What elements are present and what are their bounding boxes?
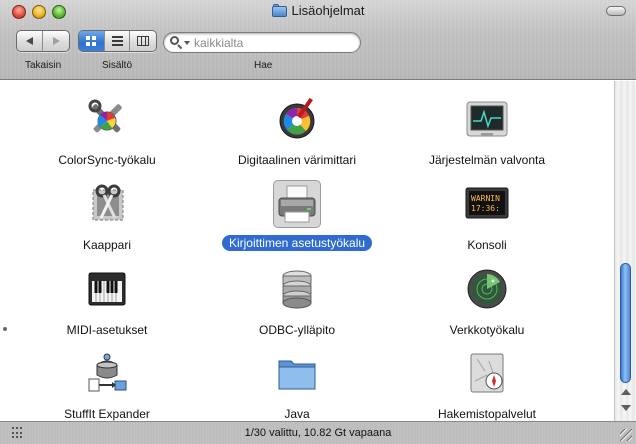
midi-keyboard-icon <box>84 266 130 312</box>
app-label: Java <box>284 407 310 421</box>
app-label: ColorSync-työkalu <box>58 153 156 167</box>
finder-window: Lisäohjelmat Takaisin Sisältö Ha <box>0 0 636 444</box>
edge-marker <box>3 327 7 331</box>
list-view-icon <box>111 36 123 46</box>
app-label: MIDI-asetukset <box>66 323 148 337</box>
stuffit-icon <box>84 350 130 396</box>
console-icon: WARNIN 17:36: <box>464 181 510 227</box>
app-label: Kirjoittimen asetustyökalu <box>221 235 373 251</box>
column-view-icon <box>137 36 150 46</box>
back-label: Takaisin <box>25 60 62 71</box>
status-bar: 1/30 valittu, 10.82 Gt vapaana <box>0 421 636 444</box>
database-icon <box>274 266 320 312</box>
app-label: Kaappari <box>82 238 132 252</box>
toolbar-toggle-button[interactable] <box>606 6 626 16</box>
colorsync-icon <box>84 96 130 142</box>
back-arrow-icon <box>26 37 33 45</box>
app-item-stuffit-expander[interactable]: StuffIt Expander <box>14 350 200 432</box>
app-item-network-utility[interactable]: Verkkotyökalu <box>394 266 580 348</box>
app-label: Hakemistopalvelut <box>437 407 537 421</box>
icon-view-button[interactable] <box>79 31 105 51</box>
forward-button[interactable] <box>43 31 69 51</box>
app-item-colorsync[interactable]: ColorSync-työkalu <box>14 96 200 178</box>
directory-compass-icon <box>464 350 510 396</box>
network-radar-icon <box>464 266 510 312</box>
navigation-buttons <box>16 30 70 52</box>
app-item-console[interactable]: WARNIN 17:36: Konsoli <box>394 181 580 263</box>
scrollbar-thumb[interactable] <box>620 263 631 383</box>
app-label: Järjestelmän valvonta <box>428 153 546 167</box>
search-input[interactable] <box>194 35 344 50</box>
chevron-down-icon[interactable] <box>184 40 190 45</box>
grab-icon <box>84 181 130 227</box>
search-label: Hae <box>254 60 273 71</box>
app-item-activity-monitor[interactable]: Järjestelmän valvonta <box>394 96 580 178</box>
view-label: Sisältö <box>102 60 133 71</box>
window-title: Lisäohjelmat <box>291 3 365 18</box>
search-field[interactable] <box>163 32 361 53</box>
vertical-scrollbar[interactable] <box>614 81 636 421</box>
view-buttons <box>78 30 157 52</box>
folder-icon <box>271 4 287 17</box>
icon-grid: ColorSync-työkalu Digitaalinen värimitta… <box>0 81 614 421</box>
app-item-java-folder[interactable]: Java <box>204 350 390 432</box>
icon-view-icon <box>86 36 97 46</box>
app-item-printer-setup[interactable]: Kirjoittimen asetustyökalu <box>204 180 390 263</box>
console-time-text: 17:36: <box>471 204 500 213</box>
status-text: 1/30 valittu, 10.82 Gt vapaana <box>244 427 392 439</box>
app-label: Konsoli <box>467 238 507 252</box>
column-view-button[interactable] <box>130 31 156 51</box>
scroll-down-arrow-icon[interactable] <box>621 405 631 411</box>
app-label: ODBC-ylläpito <box>258 323 336 337</box>
resize-handle-icon[interactable] <box>620 429 632 441</box>
app-item-directory-services[interactable]: Hakemistopalvelut <box>394 350 580 432</box>
app-item-grab[interactable]: Kaappari <box>14 181 200 263</box>
grip-icon <box>12 427 24 439</box>
console-warning-text: WARNIN <box>471 194 500 203</box>
back-button[interactable] <box>17 31 44 51</box>
app-item-midi-setup[interactable]: MIDI-asetukset <box>14 266 200 348</box>
scroll-up-arrow-icon[interactable] <box>621 389 631 395</box>
activity-monitor-icon <box>464 96 510 142</box>
forward-arrow-icon <box>52 37 60 45</box>
printer-icon <box>273 180 321 228</box>
app-label: StuffIt Expander <box>64 407 150 421</box>
list-view-button[interactable] <box>105 31 131 51</box>
window-title-bar: Lisäohjelmat <box>0 3 636 22</box>
app-item-odbc-admin[interactable]: ODBC-ylläpito <box>204 266 390 348</box>
folder-icon <box>274 350 320 396</box>
toolbar: Lisäohjelmat Takaisin Sisältö Ha <box>0 0 636 80</box>
app-item-digital-color-meter[interactable]: Digitaalinen värimittari <box>204 96 390 178</box>
app-label: Verkkotyökalu <box>449 323 525 337</box>
search-icon <box>170 36 183 50</box>
app-label: Digitaalinen värimittari <box>237 153 357 167</box>
color-meter-icon <box>274 96 320 142</box>
